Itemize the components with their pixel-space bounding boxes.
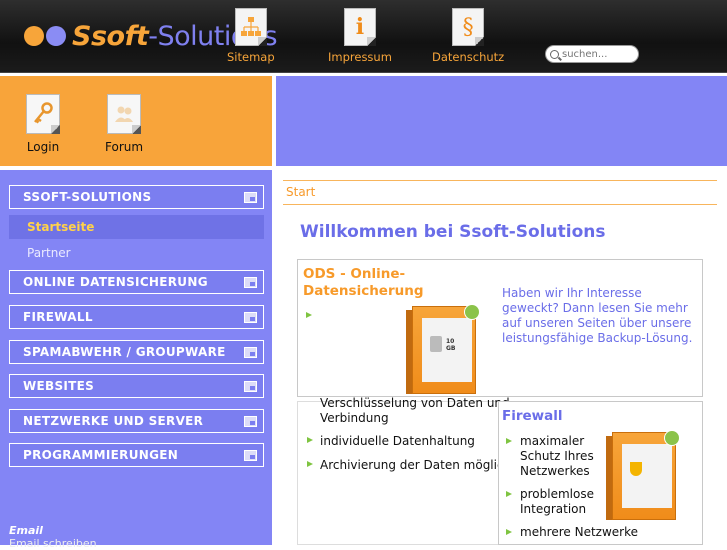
ods-title[interactable]: ODS - Online- Datensicherung [303,266,424,300]
breadcrumb-bottom-rule [283,204,717,205]
menu-programmierungen[interactable]: PROGRAMMIERUNGEN [9,443,264,467]
nav-datenschutz[interactable]: § Datenschutz [432,8,504,64]
quick-links-panel: Login Forum [0,76,272,166]
logo-dot-orange [24,26,44,46]
search-icon [550,49,559,59]
page-title: Willkommen bei Ssoft-Solutions [300,222,606,242]
forum-label: Forum [105,140,144,154]
email-link[interactable]: Email schreiben [9,537,97,550]
nav-sitemap[interactable]: Sitemap [227,8,275,64]
feature-text: Archivierung der Daten möglich [320,458,512,472]
forum-link[interactable]: Forum [105,94,143,154]
feature-text: Verbindung [320,411,389,425]
feature-text: individuelle Datenhaltung [320,434,475,448]
menu-spamabwehr-groupware[interactable]: SPAMABWEHR / GROUPWARE [9,340,264,364]
menu-netzwerke-und-server[interactable]: NETZWERKE UND SERVER [9,409,264,433]
feature-text: Netzwerkes [520,464,590,478]
bullet-icon [506,491,512,497]
menu-ssoft-solutions[interactable]: SSOFT-SOLUTIONS [9,185,264,209]
feature-text: mehrere Netzwerke [520,525,638,539]
expand-icon [244,450,257,461]
menu-online-datensicherung[interactable]: ONLINE DATENSICHERUNG [9,270,264,294]
expand-icon [244,192,257,203]
expand-icon [244,416,257,427]
feature-text: Integration [520,502,587,516]
forum-icon [107,94,142,134]
feature-text: Schutz Ihres [520,449,594,463]
bullet-icon [307,461,313,467]
feature-text: Verschlüsselung von Daten und [320,396,510,410]
banner-panel [276,76,727,166]
breadcrumb-top-rule [283,180,717,181]
key-icon [26,94,60,134]
nav-datenschutz-label: Datenschutz [432,50,505,64]
feature-text: maximaler [520,434,585,448]
paragraph-icon: § [452,8,485,46]
breadcrumb[interactable]: Start [286,185,315,199]
login-label: Login [26,140,60,154]
email-heading: Email [9,524,43,537]
search-box[interactable] [545,45,639,63]
nav-impressum-label: Impressum [328,50,392,64]
nav-impressum[interactable]: i Impressum [328,8,392,64]
login-link[interactable]: Login [26,94,60,154]
submenu-partner[interactable]: Partner [9,241,264,265]
expand-icon [244,277,257,288]
feature-text: problemlose [520,487,594,501]
menu-websites[interactable]: WEBSITES [9,374,264,398]
sitemap-icon [234,8,267,46]
expand-icon [244,347,257,358]
menu-firewall[interactable]: FIREWALL [9,305,264,329]
header-bar: Ssoft-Solutions Sitemap i Impressum § Da… [0,0,727,73]
logo-dot-blue [46,26,66,46]
bullet-icon [506,438,512,444]
ods-promo-text: Haben wir Ihr Interesse geweckt? Dann le… [502,286,693,345]
expand-icon [244,381,257,392]
firewall-title[interactable]: Firewall [502,408,563,425]
submenu-startseite[interactable]: Startseite [9,215,264,239]
bullet-icon [306,312,312,318]
bullet-icon [307,437,313,443]
nav-sitemap-label: Sitemap [227,50,275,64]
search-input[interactable] [562,48,634,60]
info-icon: i [343,8,376,46]
expand-icon [244,312,257,323]
bullet-icon [506,529,512,535]
